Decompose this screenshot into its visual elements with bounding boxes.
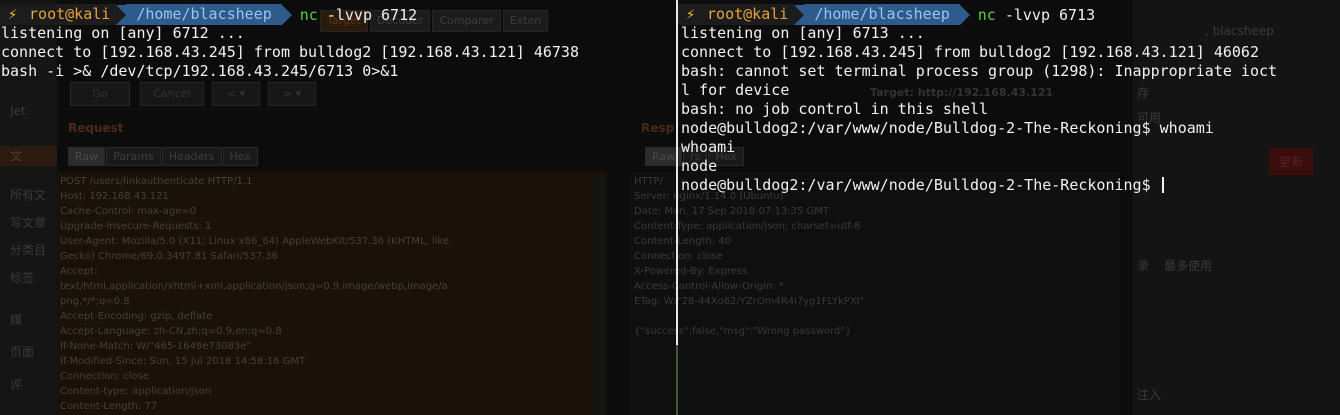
- prompt-bar: ⚡ root@kali /home/blacsheep nc -lvvp 671…: [0, 4, 417, 25]
- prompt-separator-arrow: [794, 4, 805, 25]
- prompt-separator-arrow: [281, 4, 292, 25]
- command-name: nc: [299, 5, 318, 24]
- terminal-pane-right[interactable]: ⚡ root@kali /home/blacsheep nc -lvvp 671…: [678, 0, 1340, 415]
- lightning-bolt-icon: ⚡: [8, 5, 18, 23]
- terminal-output: listening on [any] 6712 ... connect to […: [1, 24, 579, 80]
- prompt-user-segment: ⚡ root@kali: [0, 4, 117, 25]
- prompt-user: root@kali: [29, 5, 111, 23]
- prompt-path: /home/blacsheep: [804, 4, 960, 25]
- prompt-path: /home/blacsheep: [126, 4, 282, 25]
- terminal-output[interactable]: listening on [any] 6713 ... connect to […: [681, 24, 1277, 195]
- lightning-bolt-icon: ⚡: [686, 5, 696, 23]
- prompt-separator-arrow: [959, 4, 970, 25]
- prompt-bar: ⚡ root@kali /home/blacsheep nc -lvvp 671…: [678, 4, 1095, 25]
- command-name: nc: [977, 5, 996, 24]
- prompt-user: root@kali: [707, 5, 789, 23]
- terminal-pane-left[interactable]: ⚡ root@kali /home/blacsheep nc -lvvp 671…: [0, 0, 676, 415]
- terminal-output-text: listening on [any] 6713 ... connect to […: [681, 24, 1278, 194]
- text-cursor: [1161, 177, 1164, 193]
- command-args: -lvvp 6712: [326, 5, 418, 24]
- prompt-user-segment: ⚡ root@kali: [678, 4, 795, 25]
- prompt-separator-arrow: [116, 4, 127, 25]
- command-args: -lvvp 6713: [1004, 5, 1096, 24]
